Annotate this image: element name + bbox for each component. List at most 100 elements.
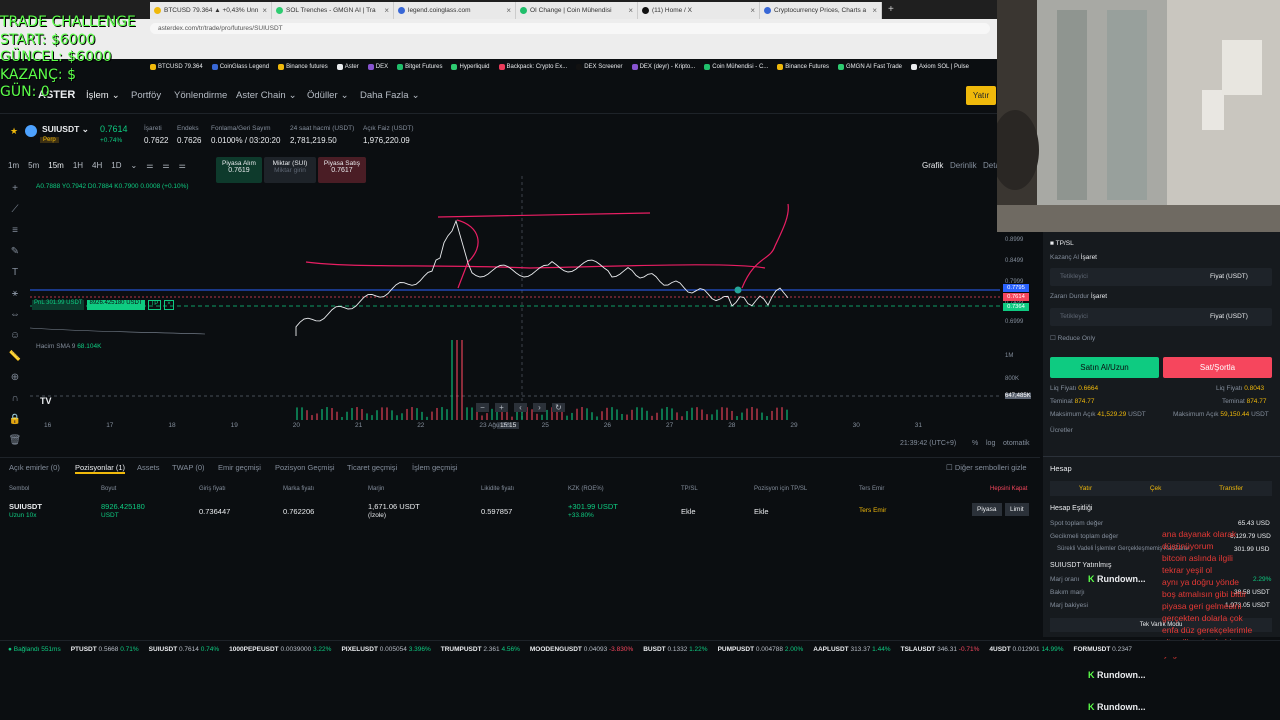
positions-tab[interactable]: Açık emirler (0) xyxy=(9,463,60,472)
close-limit-button[interactable]: Limit xyxy=(1005,503,1029,516)
symbol-selector[interactable]: SUIUSDT ⌄ xyxy=(42,124,89,135)
ticker-item[interactable]: AAPLUSDT 313.37 1.44% xyxy=(813,646,890,653)
sl-mode-select[interactable]: İşaret xyxy=(1091,293,1107,300)
interval-1H[interactable]: 1H xyxy=(73,161,83,170)
row-symbol[interactable]: SUIUSDT xyxy=(9,502,42,511)
layout-icon[interactable]: ⚌ xyxy=(179,161,186,170)
account-transfer-button[interactable]: Transfer xyxy=(1219,485,1243,492)
nav-item-more[interactable]: Daha Fazla ⌄ xyxy=(360,90,420,101)
bookmark-item[interactable]: Aster xyxy=(336,64,359,70)
interval-15m[interactable]: 15m xyxy=(48,161,64,170)
bookmark-item[interactable]: Backpack: Crypto Ex... xyxy=(498,64,567,70)
chevron-down-icon[interactable]: ⌄ xyxy=(131,161,138,170)
close-market-button[interactable]: Piyasa xyxy=(972,503,1002,516)
ticker-item[interactable]: MOODENGUSDT 0.04093 -3.830% xyxy=(530,646,633,653)
tab-close-icon[interactable]: × xyxy=(262,6,267,15)
browser-tab[interactable]: legend.coinglass.com × xyxy=(394,2,516,19)
positions-tab[interactable]: Assets xyxy=(137,463,160,472)
zoom-out-icon[interactable]: − xyxy=(476,403,489,412)
tab-close-icon[interactable]: × xyxy=(872,6,877,15)
ticker-item[interactable]: PUMPUSDT 0.004788 2.00% xyxy=(718,646,804,653)
ticker-item[interactable]: PIXELUSDT 0.005054 3.396% xyxy=(341,646,430,653)
tpsl-tag[interactable]: TP xyxy=(147,300,162,310)
interval-1m[interactable]: 1m xyxy=(8,161,19,170)
bookmark-item[interactable]: Binance futures xyxy=(278,64,328,70)
scroll-left-icon[interactable]: ‹ xyxy=(514,403,527,412)
bookmark-item[interactable]: Hyperliquid xyxy=(451,64,490,70)
new-tab-icon[interactable]: + xyxy=(888,4,894,15)
pattern-icon[interactable]: ⚹ xyxy=(12,288,18,299)
lock-icon[interactable]: 🔒 xyxy=(9,414,21,425)
take-profit-input[interactable]: Tetikleyici Fiyat (USDT) xyxy=(1050,268,1272,286)
close-all-button[interactable]: Hepsini Kapat xyxy=(990,486,1027,492)
tpsl-checkbox[interactable]: ■ TP/SL xyxy=(1050,240,1074,247)
positions-tab[interactable]: TWAP (0) xyxy=(172,463,205,472)
deposit-button[interactable]: Yatır xyxy=(966,86,996,105)
indicators-icon[interactable]: ⚌ xyxy=(162,161,169,170)
hide-other-symbols-checkbox[interactable]: ☐ Diğer sembolleri gizle xyxy=(946,463,1027,472)
bookmark-item[interactable]: DEX (deyr) - Kripto... xyxy=(631,64,695,70)
view-tab-detail[interactable]: Detay xyxy=(983,161,997,170)
ticker-item[interactable]: 4USDT 0.012901 14.99% xyxy=(989,646,1063,653)
crosshair-icon[interactable]: + xyxy=(12,183,18,194)
interval-5m[interactable]: 5m xyxy=(28,161,39,170)
row-reverse-button[interactable]: Ters Emir xyxy=(859,507,886,514)
ticker-item[interactable]: FORMUSDT 0.2347 xyxy=(1074,646,1133,653)
bookmark-item[interactable]: GMGN AI Fast Trade xyxy=(837,64,902,70)
browser-tab[interactable]: Cryptocurrency Prices, Charts a × xyxy=(760,2,882,19)
price-chart[interactable] xyxy=(30,176,1000,421)
scale-percent[interactable]: % xyxy=(972,440,978,447)
bookmark-item[interactable]: Axiom SOL | Pulse xyxy=(911,64,969,70)
fees-link[interactable]: Ücretler xyxy=(1050,427,1073,434)
ruler-icon[interactable]: 📏 xyxy=(9,351,21,362)
candle-type-icon[interactable]: ⚌ xyxy=(146,161,153,170)
interval-1D[interactable]: 1D xyxy=(111,161,121,170)
text-tool-icon[interactable]: T xyxy=(12,267,18,278)
ticker-item[interactable]: SUIUSDT 0.7614 0.74% xyxy=(149,646,219,653)
tab-close-icon[interactable]: × xyxy=(628,6,633,15)
positions-tab[interactable]: Emir geçmişi xyxy=(218,463,261,472)
positions-tab[interactable]: Ticaret geçmişi xyxy=(347,463,397,472)
nav-item-rewards[interactable]: Ödüller ⌄ xyxy=(307,90,349,101)
ticker-item[interactable]: 1000PEPEUSDT 0.0039000 3.22% xyxy=(229,646,331,653)
close-position-icon[interactable]: × xyxy=(164,300,174,310)
positions-tab[interactable]: Pozisyonlar (1) xyxy=(75,463,126,474)
tab-close-icon[interactable]: × xyxy=(506,6,511,15)
tp-mode-select[interactable]: İşaret xyxy=(1081,254,1097,261)
ticker-item[interactable]: TRUMPUSDT 2.361 4.56% xyxy=(441,646,520,653)
stop-loss-input[interactable]: Tetikleyici Fiyat (USDT) xyxy=(1050,308,1272,326)
bookmark-item[interactable]: BTCUSD 79.364 xyxy=(150,64,203,70)
bookmark-item[interactable]: Binance Futures xyxy=(777,64,829,70)
magnet-icon[interactable]: ∩ xyxy=(11,393,18,404)
brush-icon[interactable]: ✎ xyxy=(11,246,19,257)
emoji-icon[interactable]: ☺ xyxy=(10,330,20,341)
tab-close-icon[interactable]: × xyxy=(384,6,389,15)
reset-icon[interactable]: ↻ xyxy=(552,403,565,412)
ticker-item[interactable]: PTUSDT 0.5668 0.71% xyxy=(71,646,139,653)
bookmark-item[interactable]: Bitget Futures xyxy=(397,64,442,70)
reduce-only-checkbox[interactable]: ☐ Reduce Only xyxy=(1050,334,1095,342)
ticker-item[interactable]: BUSDT 0.1332 1.22% xyxy=(643,646,707,653)
browser-tab[interactable]: (11) Home / X × xyxy=(638,2,760,19)
account-withdraw-button[interactable]: Çek xyxy=(1150,485,1162,492)
positions-tab[interactable]: Pozisyon Geçmişi xyxy=(275,463,335,472)
view-tab-chart[interactable]: Grafik xyxy=(922,161,943,170)
position-label-on-chart[interactable]: PnL 301.99 USDT 8926.425180 USDT TP × xyxy=(32,300,174,310)
tp-unit-select[interactable]: Fiyat (USDT) xyxy=(1210,273,1248,280)
measure-icon[interactable]: ⇔ xyxy=(10,309,20,320)
view-tab-depth[interactable]: Derinlik xyxy=(950,161,977,170)
buy-long-button[interactable]: Satın Al/Uzun xyxy=(1050,357,1159,378)
bookmark-item[interactable]: DEX Screener xyxy=(576,64,623,70)
nav-item-referral[interactable]: Yönlendirme xyxy=(174,90,227,101)
bookmark-item[interactable]: CoinGlass Legend xyxy=(211,64,269,70)
sl-unit-select[interactable]: Fiyat (USDT) xyxy=(1210,313,1248,320)
bookmark-item[interactable]: Coin Mühendisi - C... xyxy=(704,64,768,70)
favorite-star-icon[interactable]: ★ xyxy=(10,126,18,137)
row-pos-tpsl-add[interactable]: Ekle xyxy=(754,507,769,516)
ticker-item[interactable]: TSLAUSDT 346.31 -0.71% xyxy=(901,646,980,653)
zoom-in-icon[interactable]: + xyxy=(495,403,508,412)
scale-auto[interactable]: otomatik xyxy=(1003,440,1029,447)
tab-close-icon[interactable]: × xyxy=(750,6,755,15)
scroll-right-icon[interactable]: › xyxy=(533,403,546,412)
browser-tab[interactable]: SOL Trenches - GMGN AI | Tra × xyxy=(272,2,394,19)
